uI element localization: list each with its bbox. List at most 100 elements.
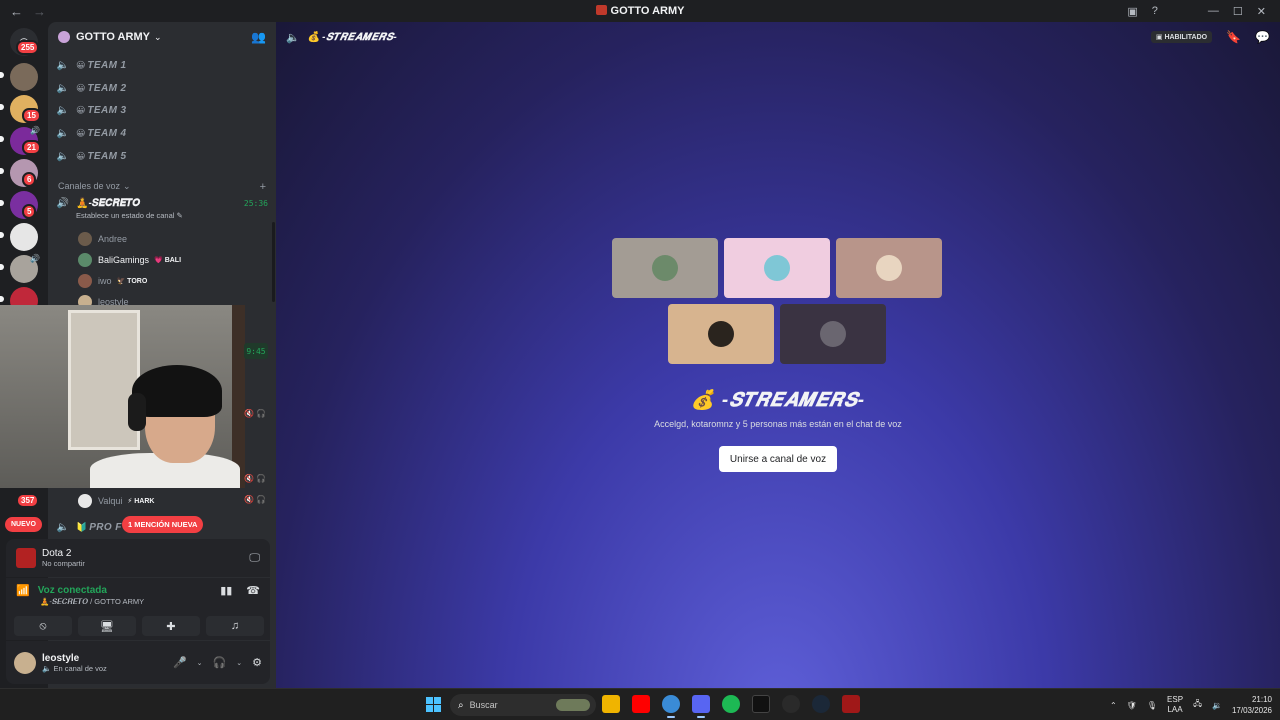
help-icon[interactable]: ? <box>1152 5 1158 17</box>
channel-team-3[interactable]: 🔈 😀 TEAM 3 <box>56 100 268 120</box>
bottom-badge: 357 <box>16 493 40 508</box>
maximize-icon[interactable]: ☐ <box>1233 5 1243 18</box>
muted-icons: 🔇 🎧 <box>244 474 267 483</box>
microphone-icon[interactable]: 🎙 <box>1147 701 1157 710</box>
signal-icon[interactable]: 📶 <box>16 584 30 597</box>
active-voice-channel[interactable]: 🔊 🧘 -𝑺𝑬𝑪𝑹𝑬𝑻𝑶 25:36 Establece un estado d… <box>56 198 268 220</box>
back-arrow-icon[interactable]: ← <box>10 4 23 19</box>
file-explorer-icon[interactable] <box>602 695 620 713</box>
guild-name: GOTTO ARMY <box>76 31 150 43</box>
steam-icon[interactable] <box>812 695 830 713</box>
channel-team-5[interactable]: 🔈 😀 TEAM 5 <box>56 146 268 166</box>
voice-user[interactable]: iwo 🦅 TORO <box>78 274 147 288</box>
camera-off-button[interactable]: ⦸ <box>14 616 72 636</box>
user-info[interactable]: leostyle 🔈 En canal de voz <box>42 653 107 673</box>
minimize-icon[interactable]: — <box>1208 5 1219 17</box>
participant-tile[interactable] <box>612 238 718 298</box>
volume-icon[interactable]: 🔉 <box>1212 701 1222 710</box>
start-tile <box>426 697 433 704</box>
channel-emoji: 😀 <box>76 82 86 93</box>
channel-status-prompt[interactable]: Establece un estado de canal ✎ <box>76 211 268 220</box>
channel-team-4[interactable]: 🔈 😀 TEAM 4 <box>56 123 268 143</box>
soundboard-button[interactable]: ♫ <box>206 616 264 636</box>
speaker-active-icon: 🔊 <box>56 198 70 209</box>
channel-name: PRO F <box>89 521 122 533</box>
avatar <box>820 321 846 347</box>
voice-connected-sub[interactable]: 🧘-𝑺𝑬𝑪𝑹𝑬𝑻𝑶 / GOTTO ARMY <box>40 597 260 607</box>
inbox-icon[interactable]: ▣ <box>1127 5 1137 18</box>
window-controls: ▣ ? — ☐ ✕ <box>1127 0 1280 22</box>
add-channel-icon[interactable]: + <box>260 181 266 193</box>
chevron-down-icon: ⌄ <box>153 31 162 42</box>
dota-icon[interactable] <box>842 695 860 713</box>
chat-bubble-icon[interactable]: 💬 <box>1255 30 1270 44</box>
webcam-shelf <box>68 310 140 450</box>
clock[interactable]: 21:10 17/03/2026 <box>1232 694 1272 716</box>
disconnect-icon[interactable]: ☎ <box>246 584 260 597</box>
discord-icon[interactable] <box>692 695 710 718</box>
noise-suppression-icon[interactable]: ▮▮ <box>220 584 232 597</box>
forward-arrow-icon[interactable]: → <box>33 4 46 19</box>
close-icon[interactable]: ✕ <box>1257 5 1266 18</box>
system-tray: ⌃ 🛡 🎙 ESP LAA 🖧 🔉 21:10 17/03/2026 <box>1110 689 1272 720</box>
participant-tile[interactable] <box>724 238 830 298</box>
guild-header[interactable]: GOTTO ARMY ⌄ 👥 <box>48 22 276 52</box>
new-pill[interactable]: NUEVO <box>5 517 42 532</box>
channel-name: TEAM 3 <box>87 104 127 116</box>
youtube-icon[interactable] <box>632 695 650 713</box>
chevron-down-icon[interactable]: ⌄ <box>236 659 242 667</box>
channel-team-1[interactable]: 🔈 😀 TEAM 1 <box>56 55 268 75</box>
channel-team-2[interactable]: 🔈 😀 TEAM 2 <box>56 78 268 98</box>
activities-icon: ✚ <box>166 620 176 633</box>
microphone-icon[interactable]: 🎤 <box>173 656 187 669</box>
headphones-icon[interactable]: 🎧 <box>213 656 227 669</box>
server-icon-6[interactable] <box>10 223 38 251</box>
new-mention-pill[interactable]: 1 MENCIÓN NUEVA <box>122 516 204 533</box>
participant-tile[interactable] <box>836 238 942 298</box>
add-member-icon[interactable]: 👥 <box>251 30 266 44</box>
chevron-down-icon[interactable]: ⌄ <box>197 659 203 667</box>
voice-connected-row: 📶 Voz conectada ▮▮ ☎ <box>16 584 260 597</box>
voice-user[interactable]: Andree <box>78 232 127 246</box>
speaker-icon: 🔈 <box>42 663 52 673</box>
tray-app-icon[interactable]: 🛡 <box>1127 701 1137 710</box>
stream-screen-icon[interactable]: 🖵 <box>249 552 260 565</box>
participant-tile[interactable] <box>668 304 774 364</box>
channel-name: TEAM 2 <box>87 82 127 94</box>
network-icon[interactable]: 🖧 <box>1193 698 1202 712</box>
taskbar-search[interactable]: ⌕ Buscar <box>450 694 596 716</box>
chrome-icon[interactable] <box>662 695 680 718</box>
voice-connected-title[interactable]: Voz conectada <box>38 585 107 596</box>
stage-subtitle: Accelgd, kotaromnz y 5 personas más está… <box>654 419 902 429</box>
participant-tile[interactable] <box>780 304 886 364</box>
pencil-icon: ✎ <box>176 211 183 220</box>
language-indicator[interactable]: ESP LAA <box>1167 695 1183 715</box>
share-screen-button[interactable]: 🖥 <box>78 616 136 636</box>
user-name: BaliGamings <box>98 255 150 265</box>
activity-panel: Dota 2 No compartir 🖵 <box>6 539 270 577</box>
speaker-icon: 🔈 <box>56 521 70 533</box>
muted-icons: 🔇 🎧 <box>244 495 267 504</box>
join-voice-button[interactable]: Unirse a canal de voz <box>719 446 837 472</box>
server-icon-1[interactable] <box>10 63 38 91</box>
voice-user[interactable]: Valqui ⚡ HARK <box>78 494 154 508</box>
sidebar-scrollbar[interactable] <box>272 222 275 302</box>
game-launcher-icon[interactable] <box>752 695 770 713</box>
voice-user[interactable]: BaliGamings 💗 BALI <box>78 253 181 267</box>
avatar[interactable] <box>14 651 36 674</box>
avatar <box>78 232 92 246</box>
start-tile <box>434 697 441 704</box>
voice-category[interactable]: Canales de voz ⌄ + <box>58 181 266 193</box>
settings-gear-icon[interactable]: ⚙ <box>252 656 262 669</box>
webcam-overlay <box>0 305 245 488</box>
enabled-badge[interactable]: ▣ HABILITADO <box>1150 31 1213 43</box>
speaker-icon: 🔊 <box>30 126 40 135</box>
spotify-icon[interactable] <box>722 695 740 713</box>
windows-start-icon[interactable] <box>426 697 442 713</box>
bookmark-icon[interactable]: 🔖 <box>1226 30 1241 44</box>
chevron-up-icon[interactable]: ⌃ <box>1110 701 1117 710</box>
obs-icon[interactable] <box>782 695 800 713</box>
avatar <box>708 321 734 347</box>
activities-button[interactable]: ✚ <box>142 616 200 636</box>
voice-connected-panel: 📶 Voz conectada ▮▮ ☎ 🧘-𝑺𝑬𝑪𝑹𝑬𝑻𝑶 / GOTTO A… <box>6 578 270 640</box>
